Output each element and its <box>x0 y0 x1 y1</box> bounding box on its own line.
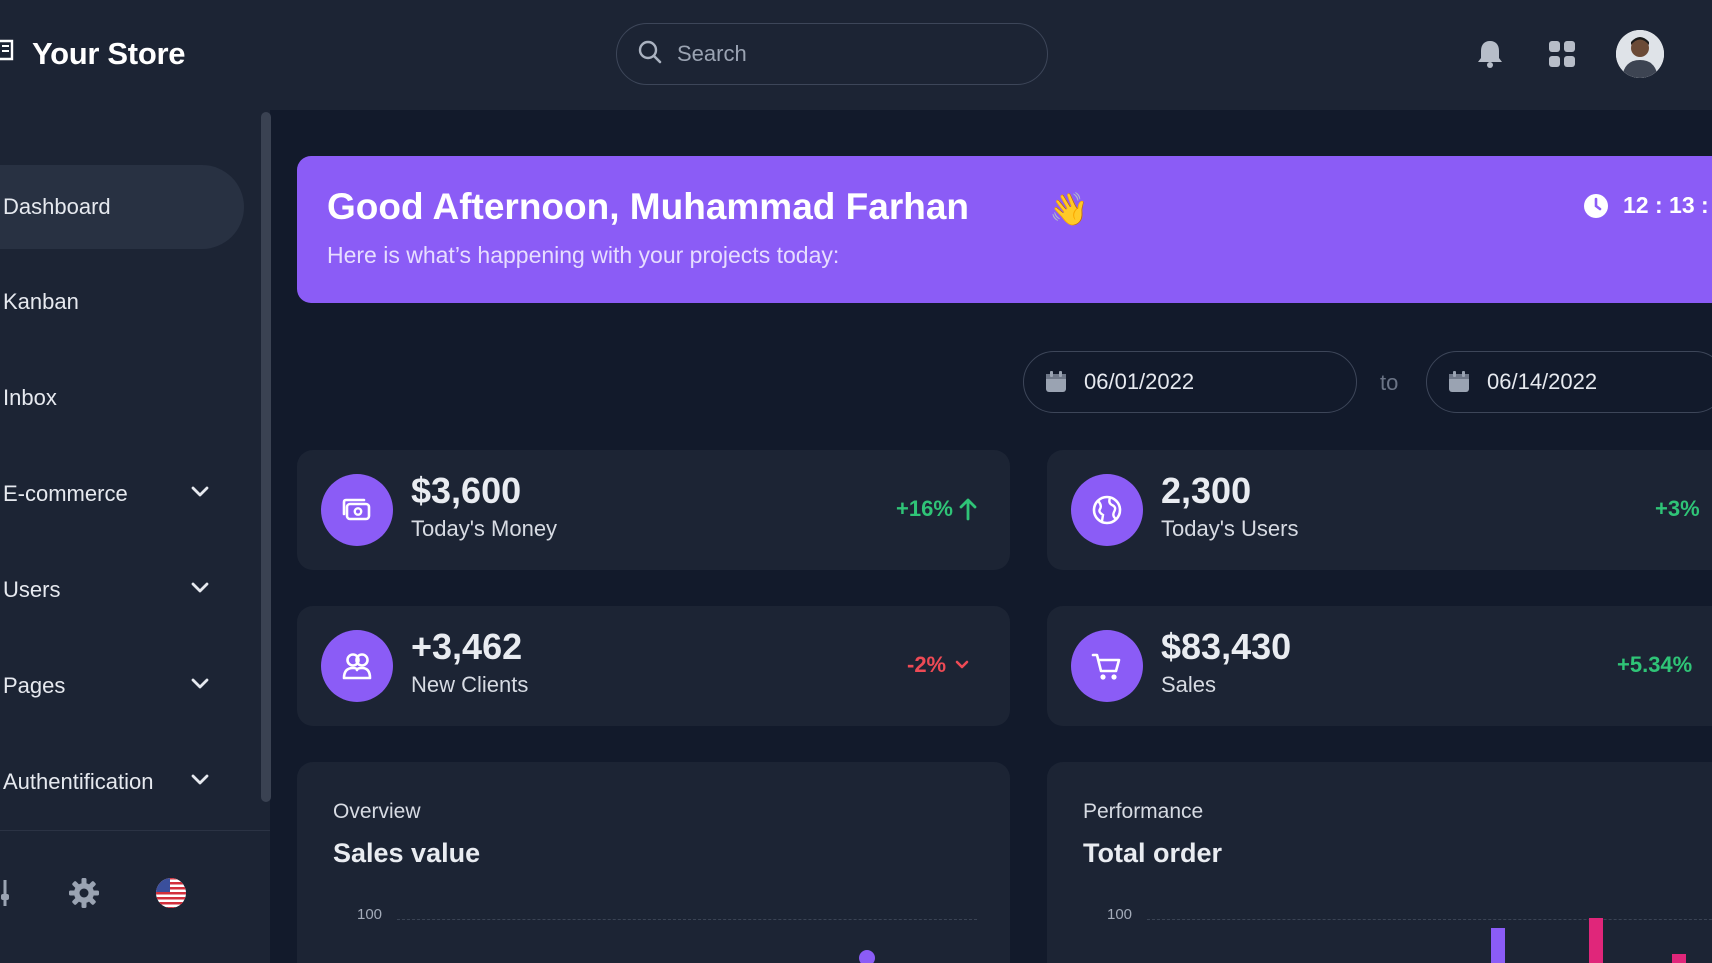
calendar-icon <box>1044 370 1068 394</box>
stat-value: 2,300 <box>1161 470 1252 511</box>
stat-label: New Clients <box>411 672 529 697</box>
sidebar-item-label: Kanban <box>3 289 79 314</box>
stat-label: Sales <box>1161 672 1217 697</box>
start-date-value: 06/01/2022 <box>1084 369 1195 394</box>
stat-card-sales[interactable]: $83,430 Sales +5.34% <box>1047 606 1712 726</box>
sliders-icon[interactable] <box>0 876 22 910</box>
user-avatar[interactable] <box>1616 30 1664 78</box>
sidebar-scrollbar[interactable] <box>261 112 271 802</box>
brand[interactable]: Your Store <box>0 32 185 76</box>
panel-title: Sales value <box>333 838 481 868</box>
total-order-panel: Performance Total order 100 <box>1047 762 1712 963</box>
money-icon <box>321 474 393 546</box>
stat-label: Today's Users <box>1161 516 1299 541</box>
search-input[interactable] <box>677 41 1037 67</box>
greeting-subtitle: Here is what’s happening with your proje… <box>327 242 840 268</box>
top-bar: Your Store <box>0 0 1712 110</box>
sidebar-item-dashboard[interactable]: Dashboard <box>0 165 244 249</box>
sidebar-item-label: Users <box>3 577 61 602</box>
sidebar-item-users[interactable]: Users <box>0 548 244 632</box>
cart-icon <box>1071 630 1143 702</box>
stat-value: $83,430 <box>1161 626 1292 667</box>
stat-change-value: +16% <box>896 496 953 521</box>
sidebar-item-ecommerce[interactable]: E-commerce <box>0 452 244 536</box>
chart-point <box>859 950 875 963</box>
panel-kicker: Performance <box>1083 800 1204 823</box>
chart-bar <box>1672 954 1686 963</box>
grid-line <box>1147 919 1712 920</box>
stat-value: $3,600 <box>411 470 522 511</box>
calendar-icon <box>1447 370 1471 394</box>
sidebar-item-pages[interactable]: Pages <box>0 644 244 728</box>
chevron-down-icon <box>188 672 212 696</box>
sales-value-panel: Overview Sales value 100 <box>297 762 1010 963</box>
greeting-title: Good Afternoon, Muhammad Farhan <box>327 186 970 227</box>
stat-change-value: +5.34% <box>1617 652 1693 677</box>
chart-bar <box>1491 928 1505 963</box>
panel-title: Total order <box>1083 838 1223 868</box>
start-date-field[interactable]: 06/01/2022 <box>1023 351 1357 413</box>
search-icon <box>637 39 663 70</box>
grid-line <box>397 919 977 920</box>
end-date-field[interactable]: 06/14/2022 <box>1426 351 1712 413</box>
us-flag-icon[interactable] <box>154 876 188 910</box>
clock-icon <box>1583 193 1609 219</box>
stat-change-negative: -2% <box>907 652 970 678</box>
stat-value: +3,462 <box>411 626 523 667</box>
clock: 12 : 13 : 5 <box>1583 192 1712 219</box>
chevron-down-icon <box>188 768 212 792</box>
stat-change-positive: +3% <box>1655 496 1700 522</box>
stat-change-value: +3% <box>1655 496 1700 521</box>
stat-card-users[interactable]: 2,300 Today's Users +3% <box>1047 450 1712 570</box>
chevron-down-icon <box>954 657 970 673</box>
settings-icon[interactable] <box>67 876 101 910</box>
sidebar-item-authentification[interactable]: Authentification <box>0 740 244 824</box>
sidebar-item-inbox[interactable]: Inbox <box>0 356 244 440</box>
sidebar-item-label: Authentification <box>3 769 154 794</box>
wave-emoji: 👋 <box>1049 191 1089 227</box>
sidebar-divider <box>0 830 270 831</box>
stat-change-positive: +16% <box>896 496 977 522</box>
apps-grid-icon[interactable] <box>1542 34 1582 74</box>
brand-title: Your Store <box>32 36 186 71</box>
globe-icon <box>1071 474 1143 546</box>
stat-change-positive: +5.34% <box>1617 652 1692 678</box>
arrow-up-icon <box>959 497 977 521</box>
stat-change-value: -2% <box>907 652 947 677</box>
stat-card-clients[interactable]: +3,462 New Clients -2% <box>297 606 1010 726</box>
store-logo-icon <box>0 37 14 71</box>
bell-icon[interactable] <box>1470 34 1510 74</box>
chevron-down-icon <box>188 480 212 504</box>
y-tick-label: 100 <box>1107 906 1133 923</box>
sidebar-item-label: E-commerce <box>3 481 128 506</box>
clock-time: 12 : 13 : 5 <box>1623 192 1712 218</box>
stat-label: Today's Money <box>411 516 558 541</box>
sidebar-item-label: Inbox <box>3 385 57 410</box>
y-tick-label: 100 <box>357 906 383 923</box>
panel-kicker: Overview <box>333 800 421 823</box>
sidebar-item-label: Pages <box>3 673 66 698</box>
date-range-separator: to <box>1380 370 1399 395</box>
users-icon <box>321 630 393 702</box>
chart-bar <box>1589 918 1603 963</box>
sidebar-item-label: Dashboard <box>3 194 111 219</box>
end-date-value: 06/14/2022 <box>1487 369 1598 394</box>
welcome-banner: Good Afternoon, Muhammad Farhan 👋 Here i… <box>297 156 1712 303</box>
chevron-down-icon <box>188 576 212 600</box>
sidebar-item-kanban[interactable]: Kanban <box>0 260 244 344</box>
search-bar[interactable] <box>616 23 1048 85</box>
stat-card-money[interactable]: $3,600 Today's Money +16% <box>297 450 1010 570</box>
